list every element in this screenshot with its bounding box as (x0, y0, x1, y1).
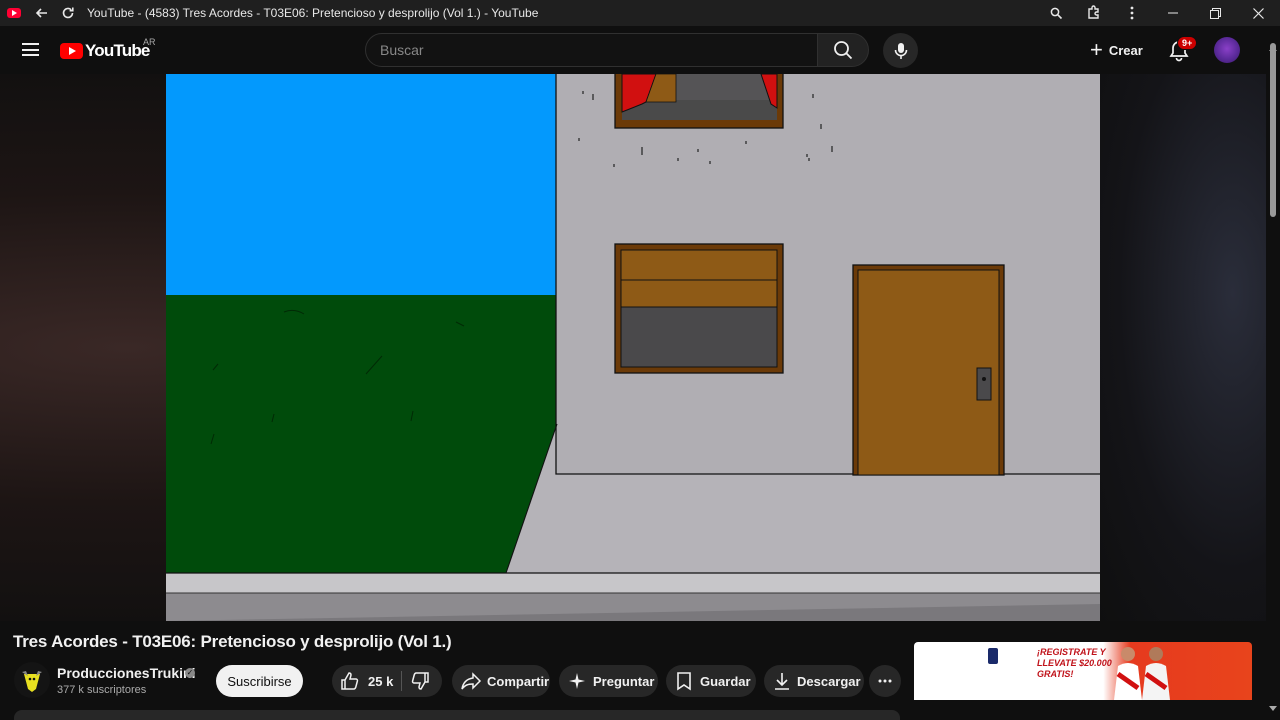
microphone-icon (894, 42, 907, 59)
like-count: 25 k (368, 673, 394, 689)
page-scrollbar[interactable] (1266, 26, 1280, 720)
window-title: YouTube - (4583) Tres Acordes - T03E06: … (87, 6, 539, 20)
save-label: Guardar (700, 673, 751, 689)
thumbs-down-icon (412, 672, 430, 690)
subscriber-count: 377 k suscriptores (57, 684, 147, 696)
dislike-button[interactable] (410, 671, 430, 691)
sidebar-ad-banner[interactable]: ¡REGISTRATE Y LLEVATE $20.000 GRATIS! (914, 642, 1252, 700)
logo-text: YouTube (85, 41, 150, 60)
like-button[interactable] (340, 671, 360, 691)
share-label: Compartir (487, 673, 550, 689)
close-icon[interactable] (1237, 0, 1280, 26)
share-button[interactable]: Compartir (452, 665, 550, 697)
extensions-icon[interactable] (1075, 0, 1113, 26)
plus-icon: + (1090, 37, 1103, 62)
thumbs-up-icon (341, 672, 359, 690)
reload-icon[interactable] (55, 0, 81, 26)
download-icon (775, 673, 789, 690)
download-button[interactable]: Descargar (764, 665, 864, 697)
zoom-icon[interactable] (1037, 0, 1075, 26)
video-title: Tres Acordes - T03E06: Pretencioso y des… (13, 632, 452, 651)
like-dislike-group: 25 k (332, 665, 442, 697)
scrollbar-thumb[interactable] (1270, 43, 1276, 217)
grass-area (166, 295, 557, 573)
ad-players-image (1114, 647, 1170, 700)
youtube-header: YouTube AR + Crear (0, 26, 1266, 74)
curb (166, 573, 1100, 593)
create-label: Crear (1108, 42, 1143, 58)
ad-line-3: GRATIS! (1037, 669, 1074, 679)
more-horizontal-icon (878, 679, 892, 683)
video-player[interactable] (0, 74, 1266, 621)
youtube-play-icon (60, 43, 83, 59)
verified-check-icon: ✓ (185, 668, 195, 678)
ad-line-2: LLEVATE $20.000 (1037, 658, 1112, 668)
save-button[interactable]: Guardar (666, 665, 756, 697)
channel-avatar[interactable] (14, 662, 50, 698)
search-box[interactable] (365, 33, 818, 67)
subscribe-button[interactable]: Suscribirse (216, 665, 303, 697)
search-button[interactable] (817, 33, 869, 67)
more-actions-button[interactable] (869, 665, 901, 697)
video-frame[interactable] (166, 74, 1100, 621)
account-avatar[interactable] (1214, 37, 1240, 63)
scroll-down-arrow-icon[interactable] (1269, 706, 1277, 711)
youtube-favicon-icon (7, 8, 21, 18)
create-button[interactable]: + Crear (1080, 33, 1153, 67)
door-lock (976, 367, 992, 401)
ad-line-1: ¡REGISTRATE Y (1037, 647, 1106, 657)
share-arrow-icon (461, 672, 482, 690)
notification-badge: 9+ (1177, 36, 1198, 50)
download-label: Descargar (797, 673, 861, 689)
ask-button[interactable]: Preguntar (559, 665, 658, 697)
ad-brand-logo (988, 648, 998, 664)
ask-label: Preguntar (593, 673, 655, 689)
sky-area (166, 74, 557, 295)
bookmark-icon (677, 672, 691, 691)
channel-name[interactable]: ProduccionesTrukini (57, 665, 195, 681)
guide-menu-icon[interactable] (22, 43, 39, 56)
search-icon (834, 41, 853, 60)
browser-titlebar: YouTube - (4583) Tres Acordes - T03E06: … (0, 0, 1280, 26)
search-input[interactable] (380, 42, 817, 58)
description-box[interactable] (14, 710, 900, 720)
like-divider (401, 671, 403, 691)
voice-search-button[interactable] (883, 33, 918, 68)
ambient-glow (1099, 74, 1266, 621)
browser-menu-icon[interactable] (1113, 0, 1151, 26)
sparkle-icon (569, 673, 585, 689)
minimize-icon[interactable] (1151, 0, 1194, 26)
country-code: AR (143, 37, 156, 47)
restore-icon[interactable] (1194, 0, 1237, 26)
back-arrow-icon[interactable] (29, 0, 55, 26)
youtube-logo[interactable]: YouTube (60, 41, 150, 61)
ad-text: ¡REGISTRATE Y LLEVATE $20.000 GRATIS! (1037, 647, 1112, 680)
